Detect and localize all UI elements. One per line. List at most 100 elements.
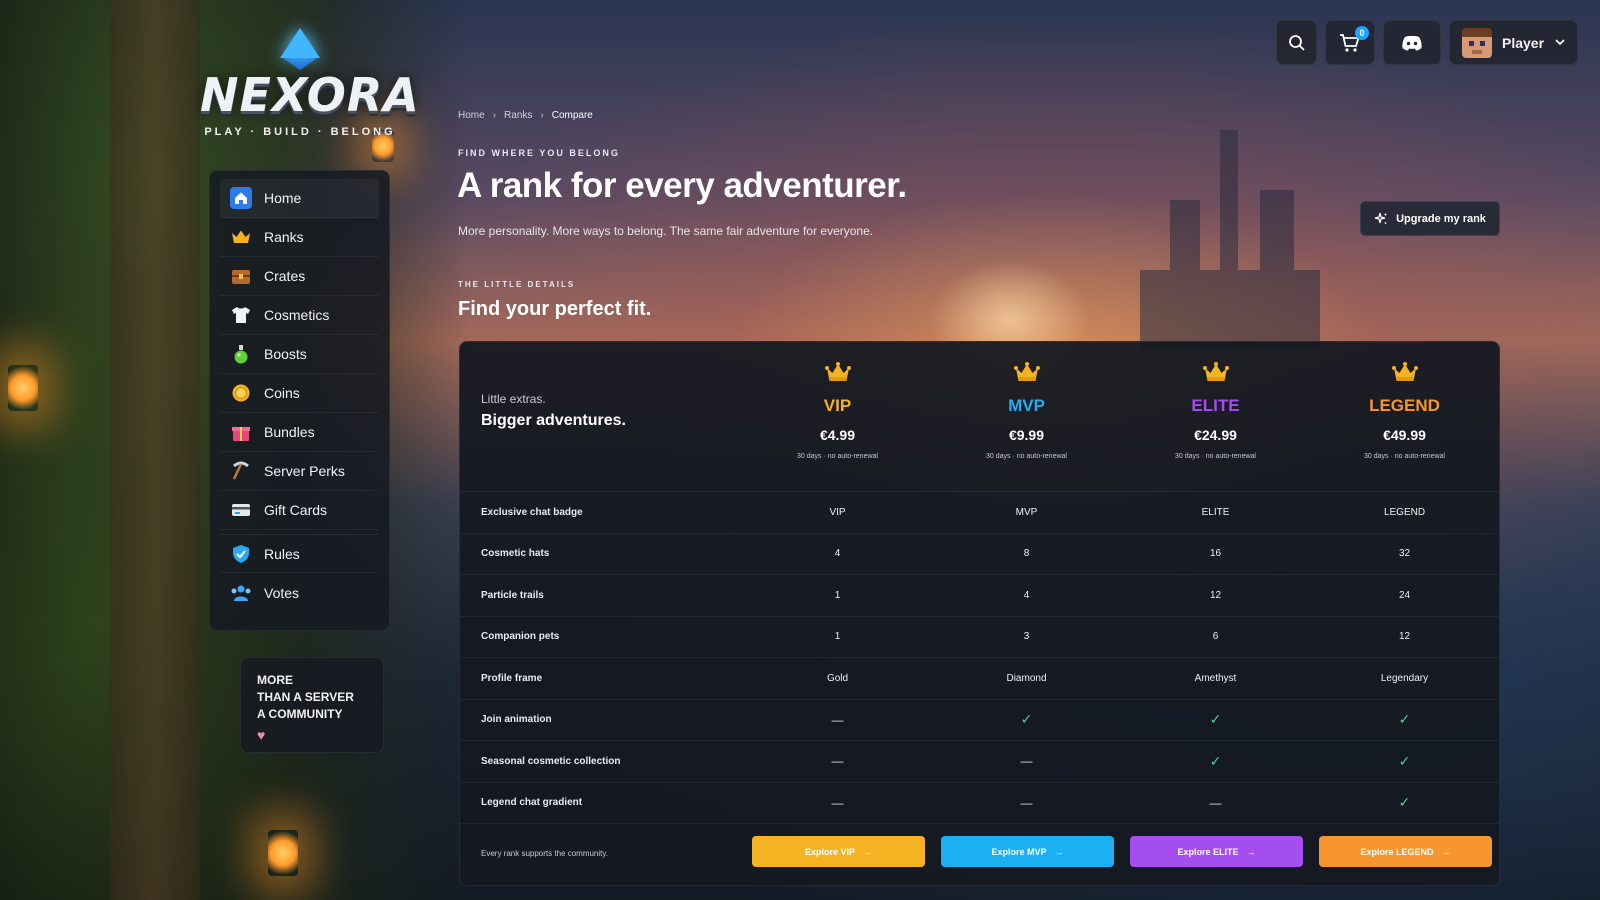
- gift-icon: [230, 421, 252, 443]
- feature-value: 24: [1398, 589, 1411, 601]
- chevron-right-icon: ›: [540, 110, 544, 121]
- table-row: Cosmetic hats 4 8 16 32: [460, 534, 1499, 575]
- dash-icon: —: [831, 795, 844, 810]
- logo-wordmark: NEXORA: [200, 68, 420, 122]
- sidebar-item-votes[interactable]: Votes: [220, 573, 379, 612]
- feature-value: 8: [1023, 548, 1030, 560]
- sidebar-item-label: Server Perks: [264, 463, 345, 479]
- discord-button[interactable]: [1383, 20, 1441, 65]
- sidebar-item-cosmetics[interactable]: Cosmetics: [220, 296, 379, 335]
- sidebar-item-ranks[interactable]: Ranks: [220, 218, 379, 257]
- chevron-right-icon: ›: [492, 110, 497, 121]
- dash-icon: —: [831, 754, 844, 769]
- community-line: MORE: [257, 673, 293, 687]
- crown-icon: [1202, 362, 1229, 384]
- player-menu-button[interactable]: Player: [1449, 20, 1578, 65]
- rank-price: €9.99: [1008, 427, 1045, 443]
- potion-icon: [230, 343, 252, 365]
- table-footer-row: Every rank supports the community. Explo…: [460, 820, 1499, 885]
- rank-note: 30 days · no auto-renewal: [1175, 453, 1256, 460]
- arrow-right-icon: →: [1054, 846, 1064, 857]
- sidebar-item-label: Ranks: [264, 229, 304, 245]
- sidebar-item-boosts[interactable]: Boosts: [220, 335, 379, 374]
- hero-subtitle: More personality. More ways to belong. T…: [458, 224, 874, 238]
- breadcrumb-ranks[interactable]: Ranks: [504, 110, 532, 121]
- castle-decoration: [1140, 110, 1320, 350]
- arrow-right-icon: →: [1441, 846, 1451, 857]
- site-logo[interactable]: NEXORA PLAY · BUILD · BELONG: [200, 28, 420, 138]
- pickaxe-icon: [230, 460, 252, 482]
- sidebar-item-crates[interactable]: Crates: [220, 257, 379, 296]
- shirt-icon: [230, 304, 252, 326]
- rank-column-mvp: MVP €9.99 30 days · no auto-renewal: [932, 342, 1121, 492]
- sidebar-item-label: Home: [264, 190, 302, 206]
- sidebar-item-label: Rules: [264, 545, 300, 562]
- feature-value: 16: [1209, 548, 1222, 560]
- rank-price: €4.99: [819, 427, 856, 443]
- breadcrumb-current: Compare: [551, 110, 593, 121]
- sidebar-item-label: Votes: [264, 584, 300, 601]
- community-card: MORE THAN A SERVER A COMMUNITY ♥: [240, 657, 384, 753]
- chevron-down-icon: [1555, 39, 1565, 46]
- table-row: Seasonal cosmetic collection — — ✓ ✓: [460, 741, 1499, 783]
- search-icon: [1288, 34, 1305, 51]
- explore-mvp-button[interactable]: Explore MVP →: [941, 836, 1114, 867]
- feature-value: LEGEND: [1383, 506, 1426, 518]
- rank-column-vip: VIP €4.99 30 days · no auto-renewal: [743, 342, 932, 492]
- feature-label: Companion pets: [481, 631, 560, 643]
- lantern-decoration: [268, 830, 298, 876]
- crown-icon: [824, 362, 851, 384]
- rank-price: €24.99: [1194, 427, 1237, 443]
- feature-value: 12: [1398, 631, 1411, 643]
- sidebar-item-label: Bundles: [264, 424, 315, 440]
- feature-value: 1: [834, 631, 841, 643]
- feature-label: Profile frame: [481, 672, 543, 684]
- explore-elite-button[interactable]: Explore ELITE →: [1130, 836, 1303, 867]
- explore-legend-button[interactable]: Explore LEGEND →: [1319, 836, 1492, 867]
- table-row: Legend chat gradient — — — ✓: [460, 783, 1499, 824]
- sidebar-item-coins[interactable]: Coins: [220, 374, 379, 413]
- crown-icon: [1013, 362, 1040, 384]
- feature-value: 4: [834, 548, 841, 560]
- gem-icon: [280, 28, 320, 58]
- table-row: Profile frame Gold Diamond Amethyst Legendar…: [460, 658, 1499, 700]
- cart-count-badge: 0: [1355, 26, 1369, 40]
- table-row: Exclusive chat badge VIP MVP ELITE LEGEND: [460, 492, 1499, 534]
- sidebar-nav: Home Ranks Crates Cosmetics Boosts Coins: [209, 170, 390, 631]
- sidebar-item-home[interactable]: Home: [220, 179, 379, 218]
- rank-note: 30 days · no auto-renewal: [797, 453, 878, 460]
- feature-value: 3: [1023, 631, 1030, 643]
- rank-name: LEGEND: [1369, 396, 1440, 415]
- explore-vip-button[interactable]: Explore VIP →: [752, 836, 925, 867]
- table-header-row: Little extras. Bigger adventures. VIP €4…: [460, 342, 1499, 492]
- sidebar-item-bundles[interactable]: Bundles: [220, 413, 379, 452]
- feature-value: Legendary: [1380, 672, 1429, 684]
- sidebar-item-rules[interactable]: Rules: [220, 534, 379, 573]
- breadcrumb-home[interactable]: Home: [458, 110, 485, 121]
- feature-label: Join animation: [481, 714, 552, 726]
- arrow-right-icon: →: [863, 846, 873, 857]
- footer-note: Every rank supports the community.: [481, 849, 609, 858]
- check-icon: ✓: [1398, 711, 1411, 728]
- upgrade-rank-button[interactable]: Upgrade my rank: [1360, 201, 1500, 236]
- breadcrumb: Home › Ranks › Compare: [458, 110, 593, 121]
- explore-label: Explore ELITE: [1177, 846, 1239, 857]
- rank-name: ELITE: [1191, 396, 1240, 415]
- rank-note: 30 days · no auto-renewal: [1364, 453, 1445, 460]
- table-row: Particle trails 1 4 12 24: [460, 575, 1499, 617]
- feature-value: VIP: [829, 506, 846, 518]
- cart-button[interactable]: 0: [1325, 20, 1375, 65]
- sidebar-item-gift-cards[interactable]: Gift Cards: [220, 491, 379, 530]
- dash-icon: —: [1020, 795, 1033, 810]
- sparkle-icon: [1374, 212, 1387, 224]
- lantern-decoration: [8, 365, 38, 411]
- sidebar-item-server-perks[interactable]: Server Perks: [220, 452, 379, 491]
- feature-value: 32: [1398, 548, 1411, 560]
- crown-icon: [1391, 362, 1418, 384]
- feature-label: Legend chat gradient: [481, 797, 583, 809]
- player-name: Player: [1502, 34, 1545, 51]
- feature-label: Exclusive chat badge: [481, 506, 583, 518]
- feature-label: Seasonal cosmetic collection: [481, 755, 621, 767]
- page-title: A rank for every adventurer.: [457, 166, 907, 205]
- search-button[interactable]: [1276, 20, 1317, 65]
